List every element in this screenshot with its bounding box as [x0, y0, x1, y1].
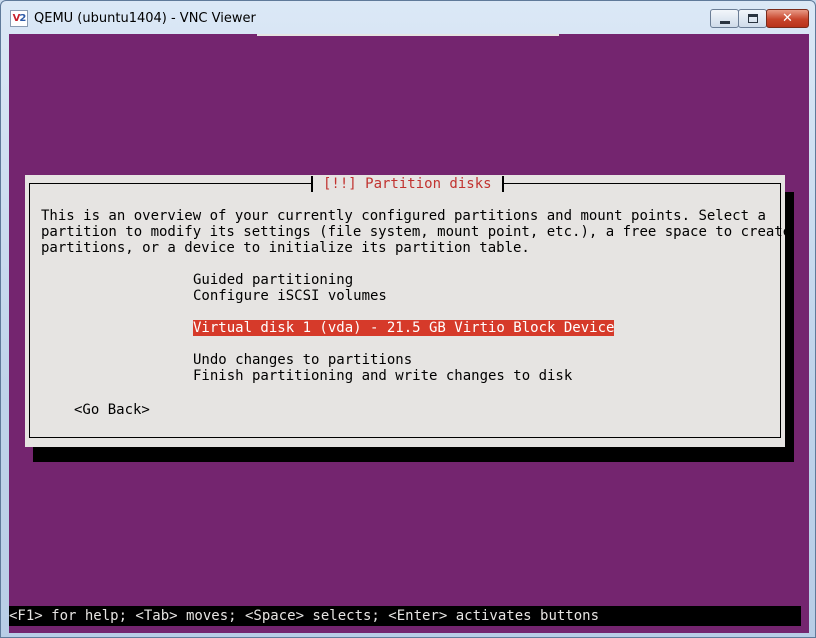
dialog-description-line: partitions, or a device to initialize it…: [41, 240, 530, 256]
help-status-bar: <F1> for help; <Tab> moves; <Space> sele…: [9, 606, 801, 626]
close-button[interactable]: ✕: [766, 9, 809, 28]
dialog-description-line: partition to modify its settings (file s…: [41, 224, 792, 240]
maximize-icon: [748, 14, 758, 23]
dialog-title: [!!] Partition disks: [311, 176, 504, 192]
option-configure-iscsi[interactable]: Configure iSCSI volumes: [193, 288, 387, 304]
vnc-screen[interactable]: [!!] Partition disks This is an overview…: [9, 34, 809, 633]
dialog-description-line: This is an overview of your currently co…: [41, 208, 766, 224]
maximize-button[interactable]: [738, 9, 767, 28]
close-icon: ✕: [782, 11, 793, 26]
vnc-viewer-icon[interactable]: V2: [10, 10, 28, 27]
minimize-icon: [720, 21, 730, 24]
option-undo-changes[interactable]: Undo changes to partitions: [193, 352, 412, 368]
option-guided-partitioning[interactable]: Guided partitioning: [193, 272, 353, 288]
title-bar[interactable]: V2 QEMU (ubuntu1404) - VNC Viewer ✕: [1, 1, 815, 35]
screen-top-edge: [257, 34, 559, 36]
minimize-button[interactable]: [710, 9, 739, 28]
option-finish-partitioning[interactable]: Finish partitioning and write changes to…: [193, 368, 572, 384]
window-title: QEMU (ubuntu1404) - VNC Viewer: [34, 11, 256, 26]
option-virtual-disk-1[interactable]: Virtual disk 1 (vda) - 21.5 GB Virtio Bl…: [193, 320, 615, 336]
vnc-viewer-window: V2 QEMU (ubuntu1404) - VNC Viewer ✕ [!!]…: [0, 0, 816, 638]
partition-disks-dialog: [!!] Partition disks This is an overview…: [25, 175, 791, 447]
go-back-button[interactable]: <Go Back>: [74, 402, 150, 418]
